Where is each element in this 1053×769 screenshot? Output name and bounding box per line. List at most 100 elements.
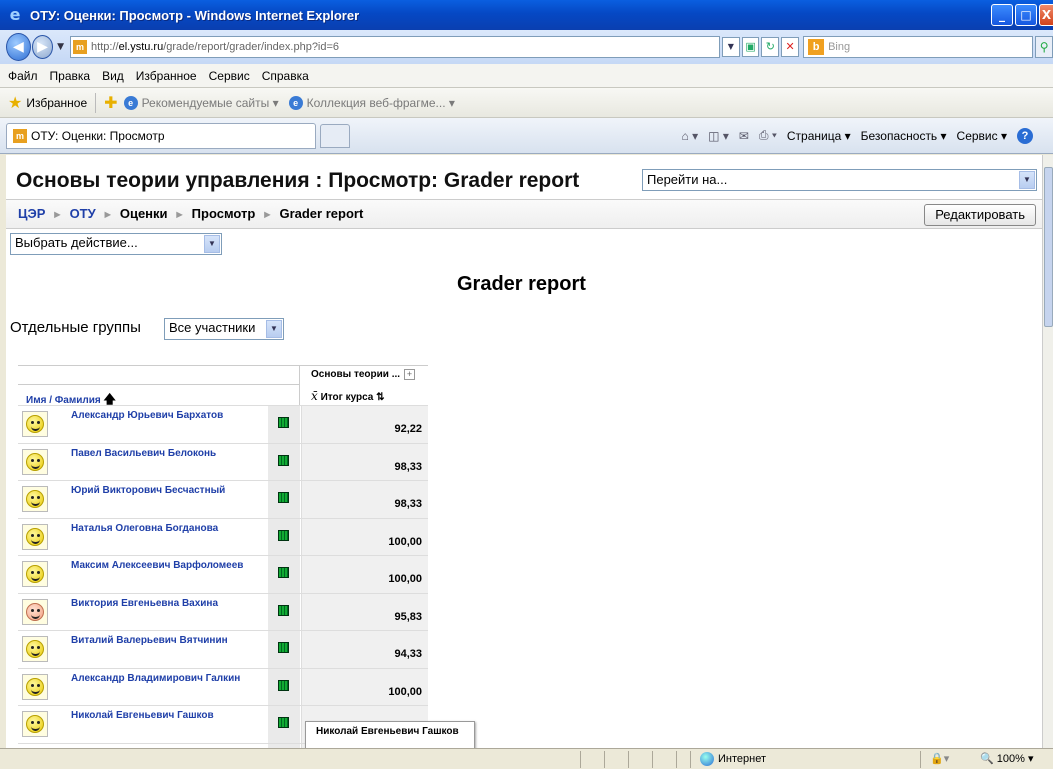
student-name-link[interactable]: Виталий Валерьевич Вятчинин: [71, 635, 228, 646]
grade-cell[interactable]: 95,83: [301, 593, 428, 631]
expand-category-icon[interactable]: +: [404, 369, 415, 380]
menu-view[interactable]: Вид: [102, 69, 124, 83]
search-icon[interactable]: ⚲: [1035, 36, 1053, 58]
student-name-link[interactable]: Максим Алексеевич Варфоломеев: [71, 560, 243, 571]
security-menu[interactable]: Безопасность ▾: [861, 129, 947, 143]
breadcrumb-link-grades[interactable]: Оценки: [120, 206, 168, 221]
jump-to-select[interactable]: Перейти на... ▼: [642, 169, 1037, 191]
refresh-icon[interactable]: ↻: [761, 37, 780, 57]
avatar[interactable]: [22, 486, 48, 512]
user-report-cell: [268, 481, 300, 518]
grade-cell[interactable]: 92,22: [301, 406, 428, 443]
student-name-cell: Виталий Валерьевич Вятчинин: [18, 631, 268, 668]
feeds-icon[interactable]: ◫ ▾: [708, 129, 729, 143]
address-dropdown-icon[interactable]: ▼: [721, 37, 740, 57]
user-report-grid-icon[interactable]: [278, 417, 289, 428]
web-slice-gallery-link[interactable]: e Коллекция веб-фрагме... ▾: [288, 95, 455, 110]
avatar[interactable]: [22, 523, 48, 550]
site-favicon-icon: m: [13, 128, 27, 143]
student-name-link[interactable]: Николай Евгеньевич Гашков: [71, 710, 214, 721]
student-name-link[interactable]: Павел Васильевич Белоконь: [71, 448, 216, 459]
student-name-link[interactable]: Наталья Олеговна Богданова: [71, 523, 218, 534]
user-report-grid-icon[interactable]: [278, 642, 289, 653]
table-row: Александр Владимирович Галкин 100,00: [18, 667, 428, 706]
user-report-grid-icon[interactable]: [278, 604, 289, 616]
table-row: Виктория Евгеньевна Вахина 95,83: [18, 592, 428, 631]
breadcrumb-link-otu[interactable]: ОТУ: [70, 206, 96, 221]
favorites-button[interactable]: Избранное: [26, 96, 87, 110]
breadcrumb-link-cer[interactable]: ЦЭР: [18, 206, 45, 221]
favorites-star-icon[interactable]: ★: [8, 93, 22, 113]
forward-button[interactable]: ▶: [31, 35, 54, 59]
stop-icon[interactable]: ✕: [781, 37, 800, 57]
window-controls: _ □ X: [991, 4, 1053, 26]
action-select[interactable]: Выбрать действие... ▼: [10, 233, 222, 255]
grade-cell[interactable]: 100,00: [301, 518, 428, 556]
compatibility-icon[interactable]: ▣: [741, 37, 760, 57]
maximize-button[interactable]: □: [1015, 4, 1037, 26]
student-name-cell: Николай Евгеньевич Гашков: [18, 706, 268, 743]
avatar[interactable]: [22, 598, 48, 625]
mail-icon[interactable]: ✉: [739, 129, 749, 143]
avatar[interactable]: [22, 673, 48, 700]
user-report-grid-icon[interactable]: [278, 529, 289, 541]
tab-grader-report[interactable]: m ОТУ: Оценки: Просмотр: [6, 122, 316, 149]
grade-cell[interactable]: 100,00: [301, 556, 428, 593]
favorites-divider: [95, 92, 97, 113]
user-report-grid-icon[interactable]: [278, 454, 289, 466]
grader-header: Имя / Фамилия 🡅 Основы теории ... + x̄ И…: [18, 365, 428, 406]
new-tab-button[interactable]: [320, 123, 350, 148]
home-icon[interactable]: ⌂ ▾: [682, 129, 699, 143]
search-input[interactable]: b Bing: [803, 36, 1034, 58]
menu-bar: Файл Правка Вид Избранное Сервис Справка: [0, 64, 1053, 88]
groups-select[interactable]: Все участники ▼: [164, 318, 284, 340]
avatar[interactable]: [22, 561, 48, 587]
grade-cell[interactable]: 100,00: [301, 668, 428, 706]
breadcrumb-link-view[interactable]: Просмотр: [192, 206, 256, 221]
grade-cell[interactable]: 98,33: [301, 481, 428, 518]
table-row: Александр Юрьевич Бархатов 92,22: [18, 405, 428, 443]
student-name-link[interactable]: Виктория Евгеньевна Вахина: [71, 598, 218, 609]
back-button[interactable]: ◀: [6, 33, 31, 61]
menu-edit[interactable]: Правка: [50, 69, 91, 83]
add-favorite-icon[interactable]: ✚: [104, 93, 117, 113]
security-zone[interactable]: Интернет: [700, 752, 766, 766]
grade-cell[interactable]: 98,33: [301, 443, 428, 481]
avatar[interactable]: [22, 448, 48, 475]
breadcrumb-separator: ►: [102, 209, 114, 221]
menu-tools[interactable]: Сервис: [209, 69, 250, 83]
help-icon[interactable]: ?: [1017, 127, 1033, 144]
close-button[interactable]: X: [1039, 4, 1053, 26]
menu-file[interactable]: Файл: [8, 69, 38, 83]
menu-favorites[interactable]: Избранное: [136, 69, 197, 83]
student-name-link[interactable]: Александр Юрьевич Бархатов: [71, 410, 223, 421]
vertical-scrollbar[interactable]: [1042, 155, 1053, 748]
zoom-level[interactable]: 🔍 100% ▾: [980, 752, 1033, 765]
protected-mode-icon[interactable]: 🔒▾: [930, 752, 949, 765]
grader-rows: Александр Юрьевич Бархатов 92,22 Павел Вас…: [18, 405, 428, 748]
history-dropdown-icon[interactable]: ▼: [57, 42, 64, 52]
minimize-button[interactable]: _: [991, 4, 1013, 26]
breadcrumb-current: Grader report: [279, 206, 364, 221]
edit-button[interactable]: Редактировать: [924, 204, 1036, 226]
user-report-grid-icon[interactable]: [278, 679, 289, 691]
user-report-grid-icon[interactable]: [278, 492, 289, 503]
print-icon[interactable]: ⎙ ▾: [759, 128, 777, 143]
avatar[interactable]: [22, 636, 48, 662]
scrollbar-thumb[interactable]: [1044, 167, 1053, 327]
user-report-grid-icon[interactable]: [278, 567, 289, 578]
address-input[interactable]: m http://el.ystu.ru/grade/report/grader/…: [70, 36, 720, 58]
grade-cell[interactable]: 94,33: [301, 631, 428, 668]
suggested-sites-link[interactable]: e Рекомендуемые сайты ▾: [123, 95, 279, 110]
tools-menu[interactable]: Сервис ▾: [957, 129, 1007, 143]
student-name-link[interactable]: Юрий Викторович Бесчастный: [71, 485, 225, 496]
course-total-label: Итог курса: [320, 392, 374, 403]
avatar[interactable]: [22, 411, 48, 437]
menu-help[interactable]: Справка: [262, 69, 309, 83]
page-menu[interactable]: Страница ▾: [787, 129, 851, 143]
user-report-grid-icon[interactable]: [278, 717, 289, 728]
avatar[interactable]: [22, 711, 48, 737]
course-total-grade: 94,33: [394, 648, 422, 660]
course-total-header[interactable]: x̄ Итог курса ⇅: [311, 389, 385, 403]
student-name-link[interactable]: Александр Владимирович Галкин: [71, 673, 240, 684]
